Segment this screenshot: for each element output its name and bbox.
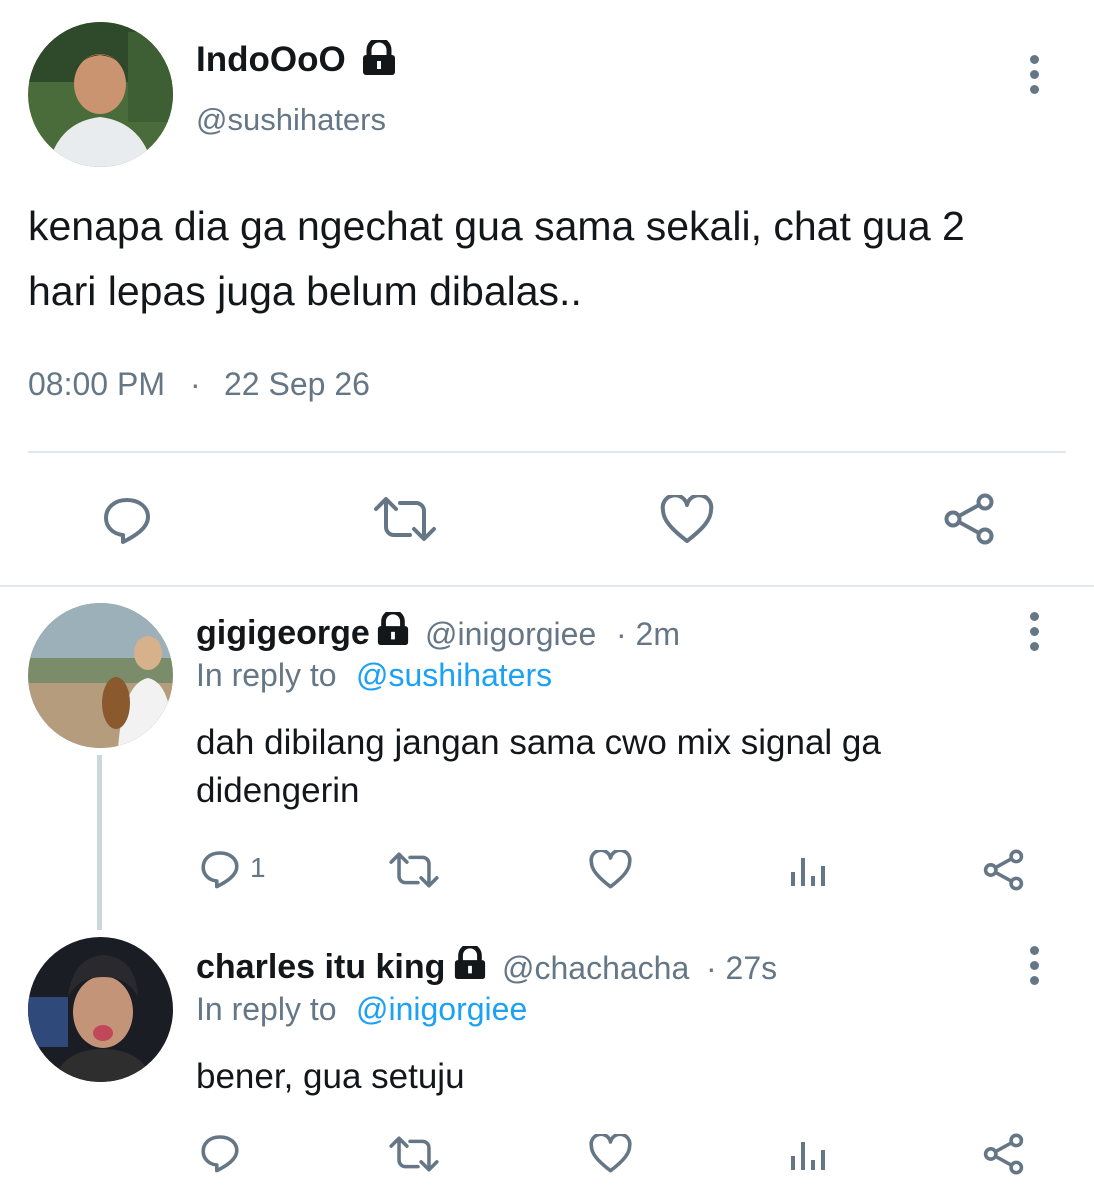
author-handle[interactable]: @sushihaters bbox=[196, 102, 386, 138]
divider bbox=[28, 451, 1066, 453]
analytics-icon[interactable] bbox=[790, 1136, 826, 1172]
thread-line bbox=[97, 755, 102, 930]
heart-icon[interactable] bbox=[589, 850, 632, 890]
reply-handle[interactable]: @chachacha bbox=[502, 950, 689, 987]
heart-icon[interactable] bbox=[589, 1134, 632, 1174]
in-reply-to-label: In reply to bbox=[196, 657, 337, 693]
share-icon[interactable] bbox=[982, 849, 1025, 891]
analytics-icon[interactable] bbox=[790, 852, 826, 888]
tweet-text-line-2: hari lepas juga belum dibalas.. bbox=[28, 268, 582, 314]
reply-text-line-1: dah dibilang jangan sama cwo mix signal … bbox=[196, 723, 881, 762]
reply-display-name[interactable]: charles itu king bbox=[196, 948, 445, 987]
lock-icon bbox=[360, 37, 398, 81]
reply-text-line-2: didengerin bbox=[196, 771, 360, 810]
more-options-icon[interactable] bbox=[1030, 55, 1040, 100]
more-options-icon[interactable] bbox=[1030, 946, 1040, 991]
reply-age[interactable]: · 27s bbox=[706, 950, 777, 987]
lock-icon bbox=[452, 943, 488, 985]
retweet-icon[interactable] bbox=[388, 851, 440, 889]
reply-icon[interactable] bbox=[200, 1133, 240, 1173]
author-display-name[interactable]: IndoOoO bbox=[196, 40, 346, 80]
reply-age[interactable]: · 2m bbox=[616, 616, 680, 653]
reply-text-line-1: bener, gua setuju bbox=[196, 1057, 465, 1096]
share-icon[interactable] bbox=[982, 1133, 1025, 1175]
retweet-icon[interactable] bbox=[388, 1135, 440, 1173]
tweet-date[interactable]: 22 Sep 26 bbox=[224, 366, 370, 403]
in-reply-to-label: In reply to bbox=[196, 991, 337, 1027]
lock-icon bbox=[375, 609, 411, 651]
reply-icon[interactable] bbox=[200, 849, 240, 889]
reply-count: 1 bbox=[250, 852, 266, 883]
reply-handle[interactable]: @inigorgiee bbox=[425, 616, 596, 653]
author-avatar[interactable] bbox=[28, 22, 173, 167]
retweet-icon[interactable] bbox=[372, 495, 438, 543]
time-separator: · bbox=[190, 366, 201, 402]
heart-icon[interactable] bbox=[660, 495, 714, 545]
tweet-text-line-1: kenapa dia ga ngechat gua sama sekali, c… bbox=[28, 203, 965, 249]
reply-display-name[interactable]: gigigeorge bbox=[196, 614, 370, 653]
divider bbox=[0, 585, 1094, 587]
in-reply-to-link[interactable]: @inigorgiee bbox=[356, 991, 527, 1028]
reply-avatar[interactable] bbox=[28, 937, 173, 1082]
reply-avatar[interactable] bbox=[28, 603, 173, 748]
share-icon[interactable] bbox=[942, 493, 996, 545]
in-reply-to-link[interactable]: @sushihaters bbox=[356, 657, 552, 694]
more-options-icon[interactable] bbox=[1030, 612, 1040, 657]
reply-icon[interactable] bbox=[102, 495, 152, 545]
tweet-time[interactable]: 08:00 PM bbox=[28, 366, 165, 403]
